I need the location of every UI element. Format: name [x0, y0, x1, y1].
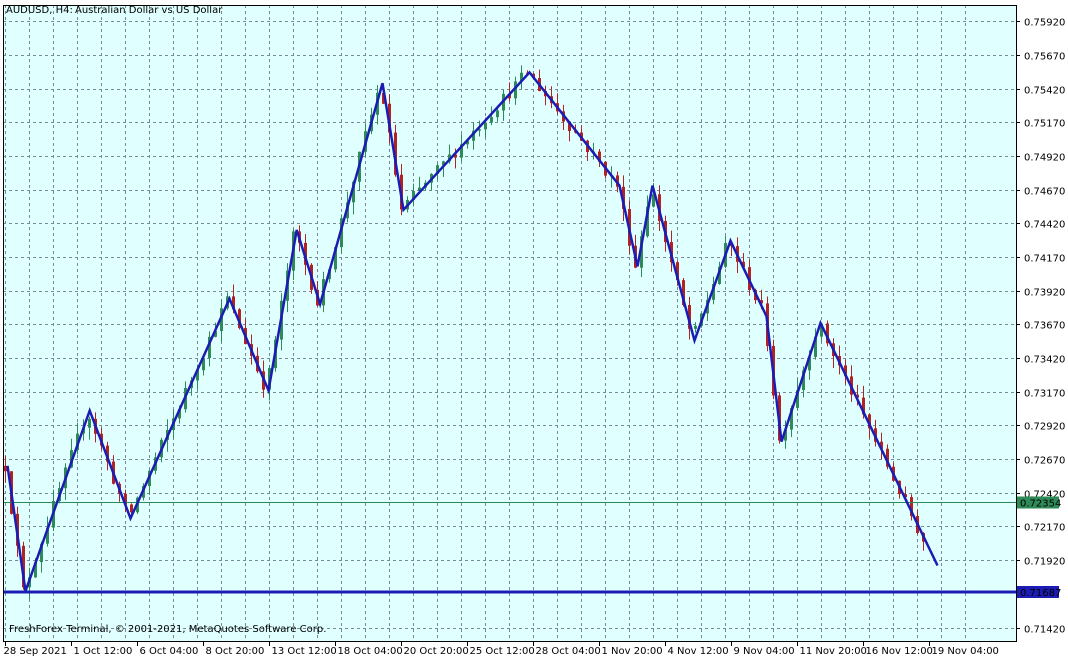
chart-canvas[interactable]: 0.75920 0.75670 0.75420 0.75170 0.74920 0.746… — [0, 0, 1068, 662]
price-tick-label: 0.72670 — [1024, 456, 1065, 467]
time-tick-label: 8 Oct 20:00 — [206, 646, 265, 657]
price-tick-label: 0.75420 — [1024, 86, 1065, 97]
price-tick-label: 0.71420 — [1024, 625, 1065, 636]
price-tick-label: 0.73420 — [1024, 355, 1065, 366]
current-price-value: 0.72354 — [1020, 499, 1061, 510]
current-price-label: 0.72354 — [1017, 496, 1061, 510]
price-tick-label: 0.72920 — [1024, 422, 1065, 433]
price-chart[interactable]: 0.75920 0.75670 0.75420 0.75170 0.74920 0.746… — [0, 0, 1068, 662]
time-tick-label: 6 Oct 04:00 — [140, 646, 199, 657]
candle-body — [694, 325, 697, 329]
time-tick-label: 16 Nov 12:00 — [866, 646, 933, 657]
chart-symbol: AUDUSD, H4: — [6, 5, 73, 16]
chart-description: Australian Dollar vs US Dollar — [75, 5, 223, 16]
time-tick-label: 28 Sep 2021 — [4, 646, 67, 657]
time-tick-label: 1 Oct 12:00 — [74, 646, 133, 657]
time-tick-label: 19 Nov 04:00 — [932, 646, 999, 657]
candle-body — [490, 117, 493, 123]
price-tick-label: 0.74670 — [1024, 187, 1065, 198]
candle-body — [484, 122, 487, 130]
price-tick-label: 0.73670 — [1024, 321, 1065, 332]
price-axis[interactable]: 0.75920 0.75670 0.75420 0.75170 0.74920 0.746… — [1016, 18, 1065, 636]
price-tick-label: 0.74920 — [1024, 153, 1065, 164]
time-tick-label: 20 Oct 20:00 — [404, 646, 469, 657]
price-tick-label: 0.73170 — [1024, 389, 1065, 400]
copyright-text: FreshForex Terminal, © 2001-2021, MetaQu… — [9, 624, 326, 635]
candle-body — [496, 110, 499, 118]
candle-body — [88, 418, 91, 428]
price-tick-label: 0.75920 — [1024, 18, 1065, 29]
time-axis[interactable]: 28 Sep 2021 1 Oct 12:00 6 Oct 04:00 8 Oct 2… — [4, 641, 999, 657]
support-price-label: 0.71687 — [1017, 586, 1061, 599]
price-tick-label: 0.75170 — [1024, 119, 1065, 130]
time-tick-label: 25 Oct 12:00 — [470, 646, 535, 657]
price-tick-label: 0.75670 — [1024, 52, 1065, 63]
price-tick-label: 0.71920 — [1024, 557, 1065, 568]
support-price-value: 0.71687 — [1020, 588, 1061, 599]
price-tick-label: 0.73920 — [1024, 288, 1065, 299]
time-tick-label: 1 Nov 20:00 — [602, 646, 663, 657]
price-tick-label: 0.74170 — [1024, 254, 1065, 265]
time-tick-label: 9 Nov 04:00 — [734, 646, 795, 657]
price-tick-label: 0.74420 — [1024, 220, 1065, 231]
time-tick-label: 28 Oct 04:00 — [536, 646, 601, 657]
time-tick-label: 4 Nov 12:00 — [668, 646, 729, 657]
time-tick-label: 13 Oct 12:00 — [272, 646, 337, 657]
price-tick-label: 0.72170 — [1024, 523, 1065, 534]
time-tick-label: 18 Oct 04:00 — [338, 646, 403, 657]
time-tick-label: 11 Nov 20:00 — [800, 646, 867, 657]
